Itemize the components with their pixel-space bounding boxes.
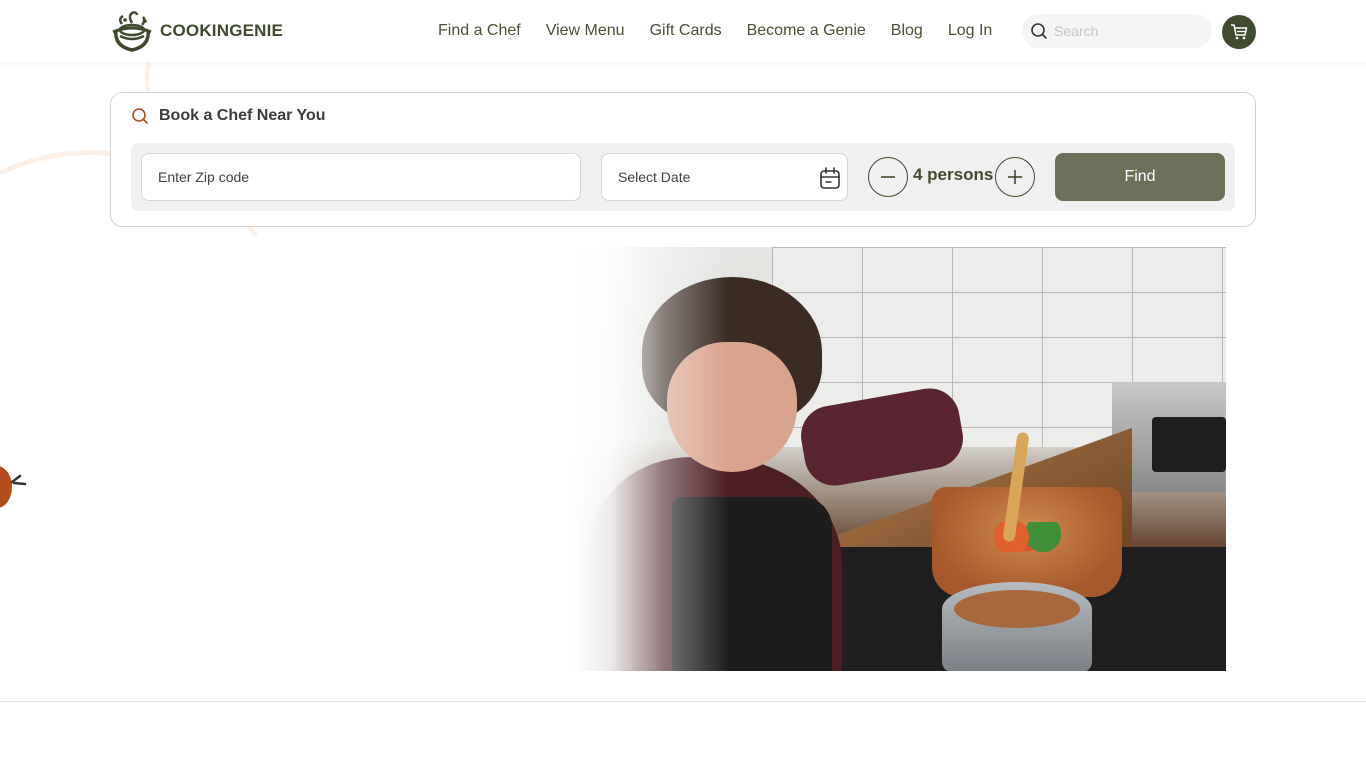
select-date-label: Select Date bbox=[618, 169, 691, 185]
nav-blog[interactable]: Blog bbox=[891, 19, 923, 43]
minus-icon bbox=[881, 176, 895, 178]
book-chef-title: Book a Chef Near You bbox=[159, 107, 326, 124]
tomato-stem-icon bbox=[10, 474, 27, 486]
find-button[interactable]: Find bbox=[1055, 153, 1225, 201]
guest-count: 4 persons bbox=[913, 165, 994, 184]
book-chef-heading: Book a Chef Near You bbox=[131, 107, 326, 125]
booking-form: Select Date 4 persons Find bbox=[131, 143, 1235, 211]
cooking-pot-logo-icon bbox=[112, 11, 152, 52]
site-header: COOKINGENIE Find a Chef View Menu Gift C… bbox=[0, 0, 1366, 62]
hero-chef-image bbox=[572, 247, 1226, 671]
nav-log-in[interactable]: Log In bbox=[948, 19, 992, 43]
cart-icon bbox=[1231, 24, 1248, 40]
search-input[interactable] bbox=[1054, 23, 1194, 39]
decrease-guests-button[interactable] bbox=[868, 157, 908, 197]
section-divider bbox=[0, 701, 1366, 702]
cart-button[interactable] bbox=[1222, 15, 1256, 49]
book-chef-card: Book a Chef Near You Select Date 4 perso… bbox=[110, 92, 1256, 227]
logo-text: COOKINGENIE bbox=[160, 21, 284, 40]
select-date-field[interactable]: Select Date bbox=[601, 153, 848, 201]
search-icon[interactable] bbox=[1030, 22, 1048, 40]
nav-gift-cards[interactable]: Gift Cards bbox=[650, 19, 722, 43]
header-search bbox=[1022, 14, 1212, 48]
increase-guests-button[interactable] bbox=[995, 157, 1035, 197]
logo-link[interactable]: COOKINGENIE bbox=[110, 10, 283, 52]
search-icon bbox=[132, 108, 148, 124]
plus-icon bbox=[1008, 170, 1022, 184]
nav-view-menu[interactable]: View Menu bbox=[546, 19, 625, 43]
main-nav: Find a Chef View Menu Gift Cards Become … bbox=[438, 19, 1017, 43]
calendar-icon[interactable] bbox=[819, 166, 841, 190]
nav-become-a-genie[interactable]: Become a Genie bbox=[747, 19, 866, 43]
nav-find-a-chef[interactable]: Find a Chef bbox=[438, 19, 521, 43]
hero-fade-overlay bbox=[572, 247, 1226, 671]
zip-code-input[interactable] bbox=[141, 153, 581, 201]
